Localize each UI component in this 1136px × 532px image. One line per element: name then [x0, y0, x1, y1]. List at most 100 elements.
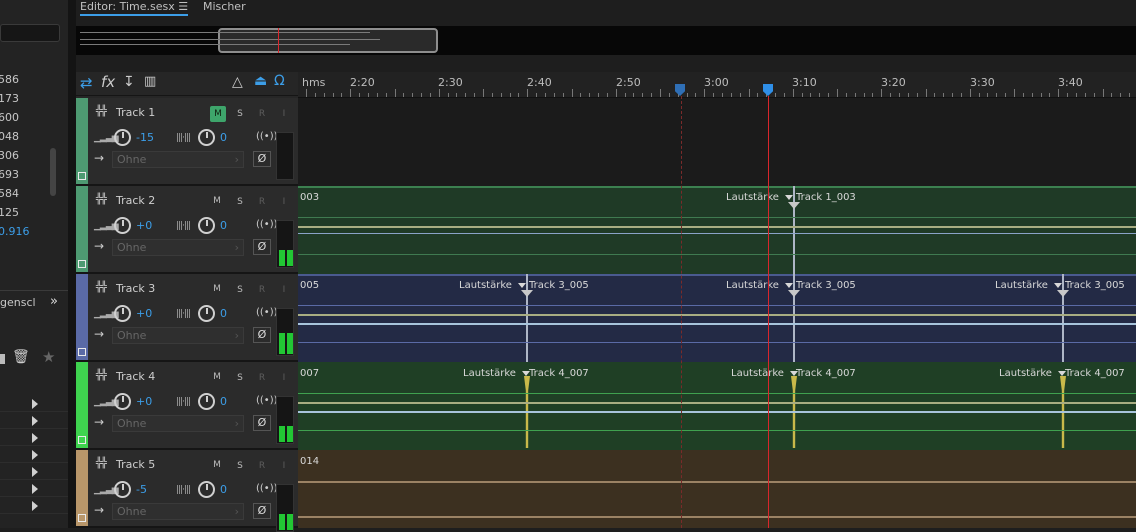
- record-arm-button[interactable]: R: [255, 195, 269, 209]
- track-name[interactable]: Track 5: [116, 458, 155, 471]
- volume-value[interactable]: +0: [136, 307, 152, 320]
- volume-value[interactable]: +0: [136, 219, 152, 232]
- volume-envelope-line[interactable]: [298, 226, 1136, 228]
- trash-icon[interactable]: 🗑: [12, 349, 30, 365]
- expand-arrow-icon[interactable]: [32, 467, 38, 477]
- list-item[interactable]: [0, 463, 68, 480]
- stereo-output-icon[interactable]: ((•)): [256, 395, 278, 406]
- double-chevron-right-icon[interactable]: »: [50, 294, 58, 309]
- mute-button[interactable]: M: [210, 370, 224, 384]
- stereo-output-icon[interactable]: ((•)): [256, 219, 278, 230]
- pan-value[interactable]: 0: [220, 395, 227, 408]
- expand-arrow-icon[interactable]: [32, 501, 38, 511]
- list-item[interactable]: [0, 480, 68, 497]
- volume-knob[interactable]: [114, 393, 131, 410]
- clip-boundary[interactable]: [526, 274, 528, 362]
- pan-envelope-line[interactable]: [298, 323, 1136, 325]
- track-name[interactable]: Track 4: [116, 370, 155, 383]
- list-item[interactable]: [0, 395, 68, 412]
- phase-invert-button[interactable]: Ø: [253, 327, 271, 343]
- track-select-checkbox[interactable]: [78, 348, 86, 356]
- track-header[interactable]: ╬╬ Track 5 M S R I ▁▂▃▅ -5 |||·||| 0 ((•…: [76, 450, 298, 532]
- hamburger-menu-icon[interactable]: ☰: [178, 0, 188, 13]
- solo-button[interactable]: S: [233, 283, 247, 297]
- track-color-strip[interactable]: [76, 186, 88, 272]
- input-monitor-button[interactable]: I: [277, 459, 291, 473]
- panel-separator[interactable]: [68, 0, 76, 528]
- stereo-output-icon[interactable]: ((•)): [256, 307, 278, 318]
- input-select[interactable]: Ohne ›: [112, 415, 244, 432]
- track-lane-5[interactable]: 014: [298, 450, 1136, 528]
- inputs-outputs-icon[interactable]: ⇄: [80, 74, 93, 92]
- track-lane-1[interactable]: [298, 98, 1136, 186]
- stereo-output-icon[interactable]: ((•)): [256, 131, 278, 142]
- list-item[interactable]: [0, 446, 68, 463]
- volume-value[interactable]: +0: [136, 395, 152, 408]
- volume-knob[interactable]: [114, 305, 131, 322]
- input-select[interactable]: Ohne ›: [112, 503, 244, 520]
- expand-arrow-icon[interactable]: [32, 416, 38, 426]
- pan-value[interactable]: 0: [220, 483, 227, 496]
- expand-arrow-icon[interactable]: [32, 450, 38, 460]
- mute-button[interactable]: M: [210, 106, 226, 122]
- volume-knob[interactable]: [114, 217, 131, 234]
- fade-handle-icon[interactable]: [1057, 290, 1069, 297]
- loop-record-icon[interactable]: ⏏: [254, 73, 267, 89]
- track-select-checkbox[interactable]: [78, 436, 86, 444]
- record-arm-button[interactable]: R: [255, 371, 269, 385]
- solo-button[interactable]: S: [233, 195, 247, 209]
- dropdown-arrow-icon[interactable]: [784, 195, 793, 200]
- phase-invert-button[interactable]: Ø: [253, 415, 271, 431]
- track-lane-3[interactable]: 005 Lautstärke Track 3_005 Lautstärke Tr…: [298, 274, 1136, 362]
- volume-envelope-label[interactable]: Lautstärke: [995, 280, 1062, 291]
- panel-search-box[interactable]: [0, 24, 60, 42]
- track-name[interactable]: Track 2: [116, 194, 155, 207]
- panel-scrollbar[interactable]: [50, 148, 56, 196]
- track-name[interactable]: Track 3: [116, 282, 155, 295]
- track-header[interactable]: ╬╬ Track 1 M S R I ▁▂▃▅ -15 |||·||| 0 ((…: [76, 98, 298, 186]
- record-arm-button[interactable]: R: [255, 107, 269, 121]
- clip-boundary[interactable]: [793, 274, 795, 362]
- stereo-output-icon[interactable]: ((•)): [256, 483, 278, 494]
- new-item-icon[interactable]: [0, 354, 5, 364]
- volume-knob[interactable]: [114, 481, 131, 498]
- input-monitor-button[interactable]: I: [277, 283, 291, 297]
- volume-value[interactable]: -15: [136, 131, 154, 144]
- track-select-checkbox[interactable]: [78, 172, 86, 180]
- track-lane-2[interactable]: 003 Lautstärke Track 1_003: [298, 186, 1136, 274]
- fade-handle-icon[interactable]: [788, 290, 800, 297]
- list-item[interactable]: [0, 412, 68, 429]
- volume-envelope-label[interactable]: Lautstärke: [726, 192, 793, 203]
- volume-envelope-label[interactable]: Lautstärke: [459, 280, 526, 291]
- record-arm-button[interactable]: R: [255, 459, 269, 473]
- clip-boundary[interactable]: [1062, 274, 1064, 362]
- track-lane-4[interactable]: 007 Lautstärke Track 4_007 Lautstärke Tr…: [298, 362, 1136, 450]
- solo-button[interactable]: S: [233, 459, 247, 473]
- input-select[interactable]: Ohne ›: [112, 151, 244, 168]
- property-value-selected[interactable]: 0.916: [0, 225, 58, 238]
- expand-arrow-icon[interactable]: [32, 399, 38, 409]
- expand-arrow-icon[interactable]: [32, 433, 38, 443]
- track-select-checkbox[interactable]: [78, 514, 86, 522]
- dropdown-arrow-icon[interactable]: [784, 283, 793, 288]
- tab-editor[interactable]: Editor: Time.sesx ☰: [80, 0, 189, 16]
- track-color-strip[interactable]: [76, 98, 88, 184]
- clip-boundary[interactable]: [793, 186, 795, 274]
- input-monitor-button[interactable]: I: [277, 107, 291, 121]
- pan-value[interactable]: 0: [220, 219, 227, 232]
- track-color-strip[interactable]: [76, 274, 88, 360]
- metronome-icon[interactable]: △: [232, 74, 243, 90]
- solo-button[interactable]: S: [233, 371, 247, 385]
- input-monitor-button[interactable]: I: [277, 195, 291, 209]
- dropdown-arrow-icon[interactable]: [1053, 283, 1062, 288]
- input-select[interactable]: Ohne ›: [112, 239, 244, 256]
- volume-envelope-label[interactable]: Lautstärke: [463, 368, 530, 379]
- mute-button[interactable]: M: [210, 194, 224, 208]
- eq-icon[interactable]: ▥: [144, 74, 156, 89]
- list-item[interactable]: [0, 429, 68, 446]
- time-ruler[interactable]: hms 2:20 2:30 2:40 2:50 3:00 3:10 3:20 3…: [298, 72, 1136, 98]
- playhead-handle-icon[interactable]: [763, 84, 773, 96]
- volume-envelope-line[interactable]: [298, 402, 1136, 404]
- session-overview[interactable]: [76, 26, 1136, 55]
- track-header[interactable]: ╬╬ Track 2 M S R I ▁▂▃▅ +0 |||·||| 0 ((•…: [76, 186, 298, 274]
